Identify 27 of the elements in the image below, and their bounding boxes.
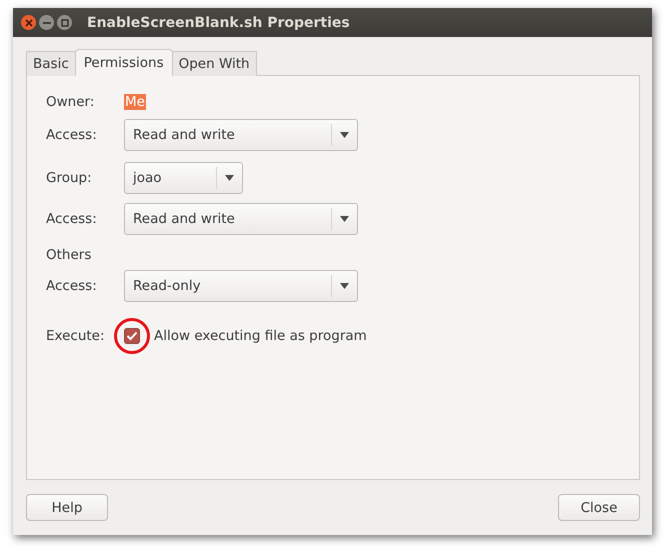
field-label: Execute:	[46, 328, 106, 344]
checkbox[interactable]	[124, 328, 140, 344]
dropdown[interactable]: Read-only	[124, 270, 358, 302]
dropdown-arrow-icon	[340, 132, 349, 138]
tab[interactable]: Basic	[26, 51, 76, 76]
field-label: Access:	[46, 278, 98, 294]
field-label: Access:	[46, 211, 98, 227]
field-label: Access:	[46, 127, 98, 143]
tab[interactable]: Open With	[172, 51, 257, 76]
dropdown-arrow-icon	[340, 216, 349, 222]
help-button[interactable]: Help	[26, 494, 108, 521]
owner-name: Me	[124, 94, 146, 110]
window-title: EnableScreenBlank.sh Properties	[87, 14, 350, 30]
close-button[interactable]: Close	[558, 494, 640, 521]
dropdown-arrow-icon	[225, 175, 234, 181]
tab[interactable]: Permissions	[74, 49, 173, 76]
close-icon[interactable]	[21, 15, 36, 30]
field-label: Owner:	[46, 94, 96, 110]
dropdown[interactable]: Read and write	[124, 119, 358, 151]
dropdown-arrow-icon	[340, 283, 349, 289]
field-label: Others	[46, 247, 92, 263]
checkbox-label[interactable]: Allow executing file as program	[154, 328, 367, 344]
dropdown[interactable]: Read and write	[124, 203, 358, 235]
maximize-icon[interactable]	[57, 15, 72, 30]
dropdown[interactable]: joao	[124, 162, 243, 194]
field-label: Group:	[46, 170, 93, 186]
minimize-icon[interactable]	[39, 15, 54, 30]
